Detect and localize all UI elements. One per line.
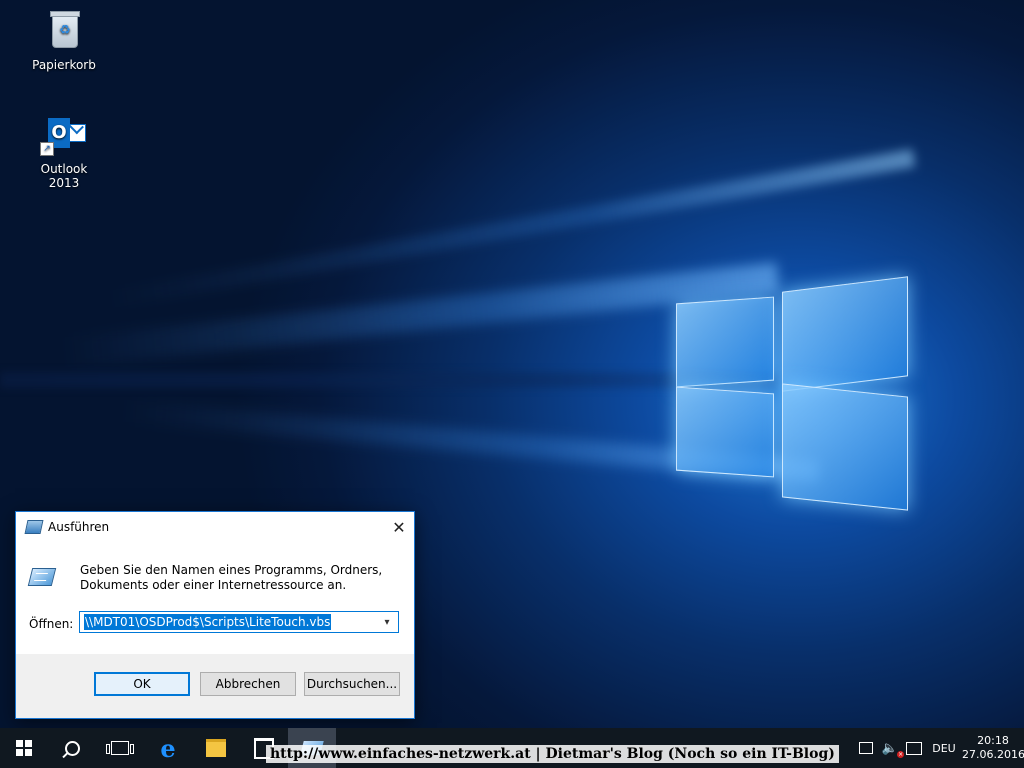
run-dialog: Ausführen ✕ Geben Sie den Namen eines Pr… xyxy=(15,511,415,719)
run-program-icon xyxy=(27,566,57,588)
desktop: ♻ Papierkorb O ↗ Outlook 2013 Ausführen … xyxy=(0,0,1024,728)
search-button[interactable] xyxy=(48,728,96,768)
system-tray: 🔈 × DEU 20:18 27.06.2016 xyxy=(854,728,1024,768)
clock[interactable]: 20:18 27.06.2016 xyxy=(962,734,1024,762)
task-view-icon xyxy=(106,741,134,755)
cancel-button[interactable]: Abbrechen xyxy=(200,672,296,696)
search-icon xyxy=(64,740,80,756)
task-view-button[interactable] xyxy=(96,728,144,768)
desktop-icon-label: Outlook 2013 xyxy=(40,162,88,190)
close-icon: ✕ xyxy=(392,517,406,537)
dialog-footer: OK Abbrechen Durchsuchen... xyxy=(16,654,414,718)
browse-button[interactable]: Durchsuchen... xyxy=(304,672,400,696)
clock-date: 27.06.2016 xyxy=(962,748,1024,761)
open-input-value[interactable]: \\MDT01\OSDProd$\Scripts\LiteTouch.vbs xyxy=(84,614,332,630)
folder-icon xyxy=(206,739,226,757)
shortcut-arrow-icon: ↗ xyxy=(40,142,54,156)
edge-taskbar-button[interactable]: e xyxy=(144,728,192,768)
chevron-down-icon[interactable]: ▾ xyxy=(379,613,395,631)
desktop-icon-label: Papierkorb xyxy=(32,58,96,72)
action-center-button[interactable] xyxy=(902,728,926,768)
ok-button[interactable]: OK xyxy=(94,672,190,696)
edge-icon: e xyxy=(160,733,176,763)
volume-muted-icon: 🔈 × xyxy=(881,740,905,758)
explorer-taskbar-button[interactable] xyxy=(192,728,240,768)
dialog-description: Geben Sie den Namen eines Programms, Ord… xyxy=(80,563,383,592)
close-button[interactable]: ✕ xyxy=(384,512,414,542)
outlook-icon: O ↗ xyxy=(40,110,88,158)
windows-logo-icon xyxy=(16,740,32,756)
windows-logo-wallpaper xyxy=(660,262,920,512)
blog-watermark: http://www.einfaches-netzwerk.at | Dietm… xyxy=(266,745,839,763)
volume-button[interactable]: 🔈 × xyxy=(878,728,905,768)
open-combobox[interactable]: \\MDT01\OSDProd$\Scripts\LiteTouch.vbs ▾ xyxy=(79,611,399,633)
recycle-bin-icon: ♻ xyxy=(40,6,88,54)
language-indicator[interactable]: DEU xyxy=(926,742,962,755)
desktop-icon-recycle-bin[interactable]: ♻ Papierkorb xyxy=(24,6,104,72)
dialog-title: Ausführen xyxy=(48,520,110,534)
open-label: Öffnen: xyxy=(29,617,74,631)
run-icon xyxy=(24,520,44,534)
network-button[interactable] xyxy=(854,728,878,768)
clock-time: 20:18 xyxy=(977,734,1009,747)
notification-icon xyxy=(906,741,922,755)
start-button[interactable] xyxy=(0,728,48,768)
dialog-titlebar[interactable]: Ausführen ✕ xyxy=(16,512,414,542)
desktop-icon-outlook[interactable]: O ↗ Outlook 2013 xyxy=(24,110,104,190)
network-icon xyxy=(859,742,873,754)
